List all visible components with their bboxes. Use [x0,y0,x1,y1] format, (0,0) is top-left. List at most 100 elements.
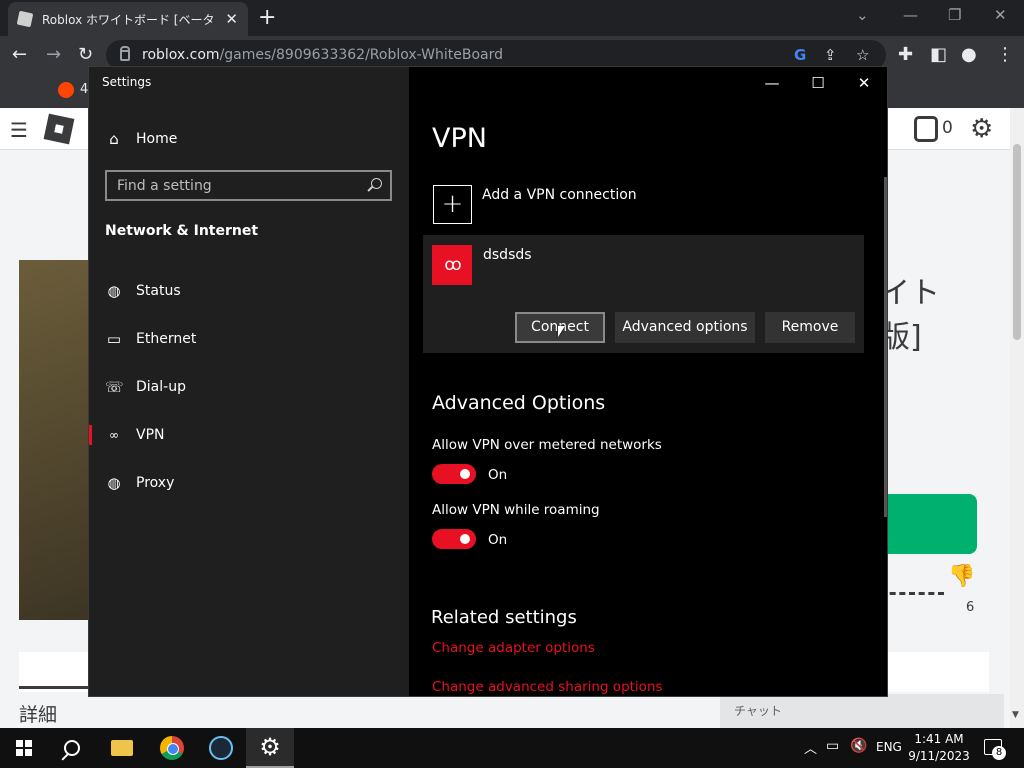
sidebar-item-label: Proxy [136,475,175,491]
windows-logo-icon [16,740,32,756]
remove-button[interactable]: Remove [765,312,855,343]
roblox-settings-gear-icon[interactable]: ⚙ [970,114,993,144]
close-tab-icon[interactable]: ✕ [225,10,238,28]
notification-badge: 8 [992,746,1006,760]
change-sharing-options-link[interactable]: Change advanced sharing options [432,679,663,695]
page-title: VPN [432,123,487,154]
show-hidden-icons-chevron-icon[interactable]: ︿ [804,738,817,757]
side-panel-icon[interactable]: ◧ [930,45,947,65]
restore-icon[interactable]: ❐ [948,6,961,24]
metered-networks-state: On [488,467,508,483]
extensions-icon[interactable]: ✚ [898,45,913,65]
tab-title: Roblox ホワイトボード [ベータ版] - Ro [42,12,215,27]
home-label: Home [136,131,178,147]
selected-indicator [89,425,92,445]
browser-tab[interactable]: Roblox ホワイトボード [ベータ版] - Ro ✕ [8,2,248,36]
related-settings-heading: Related settings [431,607,577,628]
home-icon: ⌂ [109,130,119,148]
taskbar-clock[interactable]: 1:41 AM 9/11/2023 [906,731,972,765]
scrollbar-thumb[interactable] [1013,144,1021,340]
metered-networks-toggle[interactable] [432,464,476,484]
robux-count: 0 [942,118,953,138]
taskbar-steam[interactable] [197,728,245,768]
minimize-icon[interactable]: — [749,71,795,95]
url-text: roblox.com/games/8909633362/Roblox-White… [142,47,503,63]
settings-search-box[interactable] [105,170,392,201]
sidebar-item-status[interactable]: ◍ Status [89,271,409,311]
monitor-icon: ▭ [106,330,122,348]
search-input[interactable] [117,177,357,194]
roaming-label: Allow VPN while roaming [432,502,600,518]
chat-bar[interactable]: チャット [720,694,1004,728]
vpn-connection-icon: ꝏ [432,245,472,285]
back-icon[interactable]: ← [12,45,27,65]
robux-icon[interactable] [914,116,938,142]
clock-date: 9/11/2023 [908,749,970,763]
thumbs-down-icon[interactable]: 👎 [948,564,975,589]
taskbar-file-explorer[interactable] [98,728,146,768]
settings-app-title: Settings [102,75,152,89]
scroll-down-arrow-icon[interactable]: ▼ [1012,710,1019,720]
add-vpn-connection-label[interactable]: Add a VPN connection [482,187,637,203]
forward-icon[interactable]: → [46,45,61,65]
sidebar-item-ethernet[interactable]: ▭ Ethernet [89,319,409,359]
chrome-menu-icon[interactable]: ⋮ [996,45,1014,65]
clock-time: 1:41 AM [914,732,964,746]
tab-details[interactable]: 詳細 [19,700,57,727]
taskbar: ⚙ ︿ ▭ 🔇 ENG 1:41 AM 9/11/2023 8 [0,728,1024,768]
settings-window: Settings ⌂ Home Network & Internet ◍ Sta… [88,66,888,697]
language-indicator[interactable]: ENG [876,740,902,754]
maximize-icon[interactable]: ☐ [795,71,841,95]
page-scrollbar[interactable]: ▼ [1010,108,1024,728]
search-icon [64,740,80,756]
profile-icon[interactable]: ● [961,45,977,65]
close-icon[interactable]: ✕ [841,71,887,95]
taskbar-search-button[interactable] [48,728,96,768]
game-thumbnail[interactable] [19,260,89,620]
sidebar-item-label: Dial-up [136,379,186,395]
vpn-connection-name: dsdsds [483,247,532,263]
advanced-options-button[interactable]: Advanced options [615,312,755,343]
globe-icon: ◍ [107,474,121,492]
lock-icon[interactable] [120,45,130,61]
sidebar-item-label: VPN [136,427,165,443]
vpn-connection-card[interactable]: ꝏ dsdsds Connect Advanced options Remove [423,235,864,353]
hamburger-menu-icon[interactable]: ☰ [10,118,28,142]
taskbar-settings[interactable]: ⚙ [246,728,294,768]
tab-search-chevron-icon[interactable]: ⌄ [856,6,869,24]
google-lens-icon[interactable]: G [794,46,806,64]
sidebar-item-proxy[interactable]: ◍ Proxy [89,463,409,503]
close-window-icon[interactable]: ✕ [994,6,1007,24]
network-icon[interactable]: ▭ [826,738,839,754]
active-tab-underline [19,686,89,689]
volume-muted-icon[interactable]: 🔇 [850,738,867,754]
new-tab-icon[interactable]: + [258,5,276,30]
add-vpn-icon[interactable]: + [433,185,472,224]
sidebar-item-label: Ethernet [136,331,197,347]
folder-icon [111,740,133,756]
metered-networks-label: Allow VPN over metered networks [432,437,662,453]
chrome-icon [160,736,184,760]
roaming-state: On [488,532,508,548]
sidebar-item-home[interactable]: ⌂ Home [89,119,409,159]
sidebar-item-vpn[interactable]: ∞ VPN [89,415,409,455]
search-icon[interactable] [371,178,382,189]
mouse-cursor-icon [558,326,565,337]
reload-icon[interactable]: ↻ [78,45,93,65]
change-adapter-options-link[interactable]: Change adapter options [432,640,595,656]
content-scrollbar[interactable] [884,177,887,517]
taskbar-chrome[interactable] [148,728,196,768]
advanced-options-heading: Advanced Options [432,392,606,414]
sidebar-item-dial-up[interactable]: ☏ Dial-up [89,367,409,407]
start-button[interactable] [0,728,48,768]
vpn-icon: ∞ [109,428,119,442]
minimize-icon[interactable]: — [903,6,918,24]
settings-sidebar: Settings ⌂ Home Network & Internet ◍ Sta… [89,67,409,696]
sidebar-item-label: Status [136,283,181,299]
roblox-logo-icon[interactable] [43,113,75,145]
bookmark-star-icon[interactable]: ☆ [856,46,869,64]
roaming-toggle[interactable] [432,529,476,549]
share-icon[interactable]: ⇪ [824,46,837,64]
game-title-line1: イト [880,276,940,311]
reddit-icon[interactable] [58,82,74,98]
